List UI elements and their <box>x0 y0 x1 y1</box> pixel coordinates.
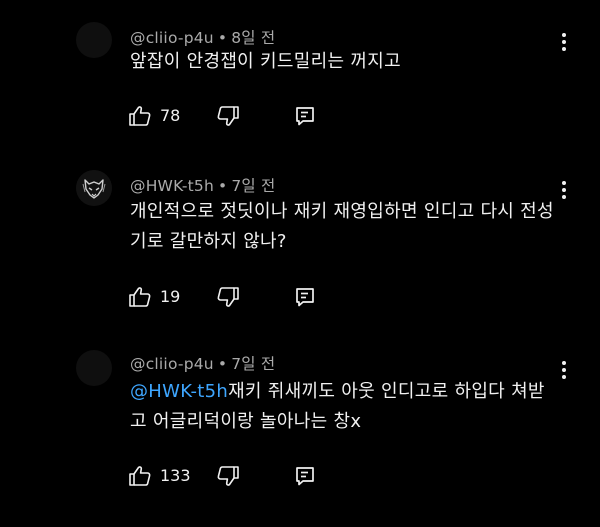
thumbs-up-icon <box>129 287 151 307</box>
like-count: 19 <box>160 287 181 306</box>
author-handle[interactable]: @HWK-t5h <box>130 177 214 195</box>
like-button[interactable]: 133 <box>128 462 198 490</box>
thumbs-up-icon <box>129 466 151 486</box>
avatar[interactable] <box>76 170 112 206</box>
comment-text: 앞잡이 안경잽이 키드밀리는 꺼지고 <box>130 47 570 77</box>
avatar[interactable] <box>76 22 112 58</box>
wolf-logo-icon <box>76 170 112 206</box>
comment-meta: @cliio-p4u • 8일 전 <box>130 26 275 48</box>
meta-separator: • <box>217 355 228 373</box>
thumbs-down-icon <box>217 466 239 486</box>
comment-text: @HWK-t5h재키 쥐새끼도 아웃 인디고로 하입다 쳐받고 어글리덕이랑 놀… <box>130 377 550 437</box>
thumbs-down-icon <box>217 287 239 307</box>
like-count: 133 <box>160 466 191 485</box>
meta-separator: • <box>217 177 228 195</box>
comment-text: 개인적으로 젓딧이나 재키 재영입하면 인디고 다시 전성기로 갈만하지 않나? <box>130 197 566 257</box>
comment-time[interactable]: 8일 전 <box>231 29 275 47</box>
mention-link[interactable]: @HWK-t5h <box>130 381 228 402</box>
thumbs-down-icon <box>217 106 239 126</box>
like-button[interactable]: 19 <box>128 283 188 311</box>
like-button[interactable]: 78 <box>128 102 188 130</box>
comment-time[interactable]: 7일 전 <box>231 355 275 373</box>
more-vert-icon[interactable] <box>554 358 574 382</box>
comment-meta: @cliio-p4u • 7일 전 <box>130 352 275 374</box>
comment-text-content: 개인적으로 젓딧이나 재키 재영입하면 인디고 다시 전성기로 갈만하지 않나? <box>130 201 554 252</box>
like-count: 78 <box>160 106 181 125</box>
thumbs-up-icon <box>129 106 151 126</box>
reply-icon <box>296 107 314 126</box>
dislike-button[interactable] <box>216 462 242 490</box>
comment-time[interactable]: 7일 전 <box>231 177 275 195</box>
author-handle[interactable]: @cliio-p4u <box>130 355 214 373</box>
meta-separator: • <box>217 29 228 47</box>
comment-meta: @HWK-t5h • 7일 전 <box>130 174 275 196</box>
reply-icon <box>296 467 314 486</box>
reply-button[interactable] <box>294 283 318 311</box>
author-handle[interactable]: @cliio-p4u <box>130 29 214 47</box>
reply-button[interactable] <box>294 102 318 130</box>
avatar[interactable] <box>76 350 112 386</box>
reply-icon <box>296 288 314 307</box>
dislike-button[interactable] <box>216 283 242 311</box>
reply-button[interactable] <box>294 462 318 490</box>
dislike-button[interactable] <box>216 102 242 130</box>
comment-text-content: 앞잡이 안경잽이 키드밀리는 꺼지고 <box>130 51 401 72</box>
